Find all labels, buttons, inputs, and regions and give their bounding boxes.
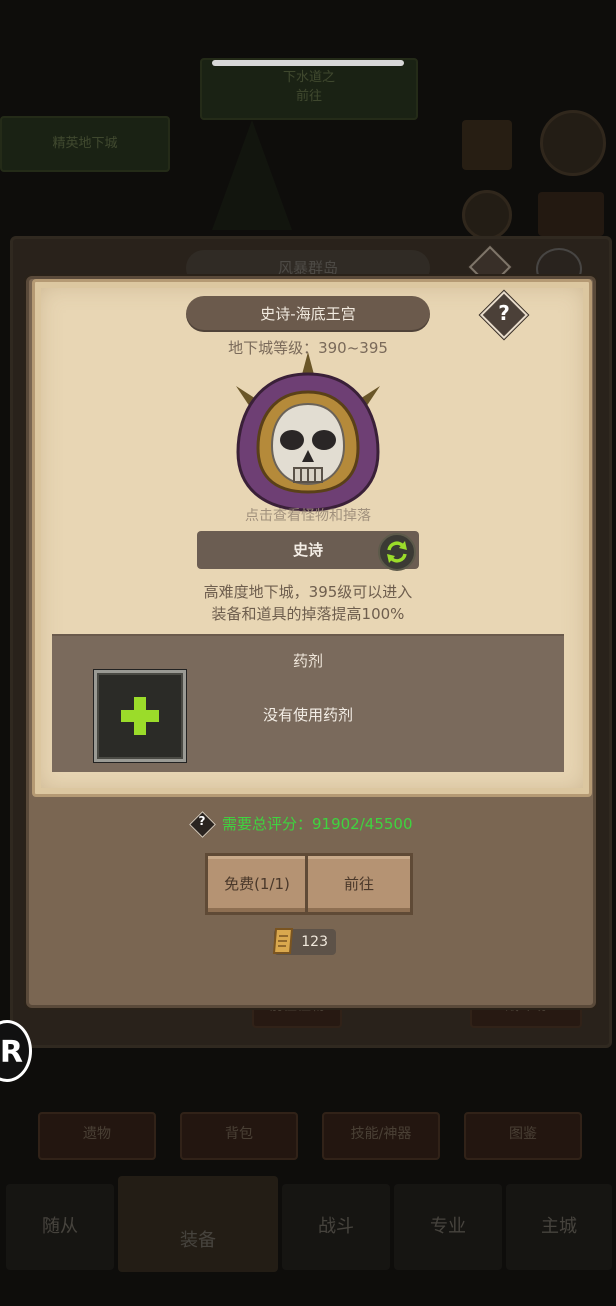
bottom-nav: 随从 装备 战斗 专业 主城	[0, 1176, 616, 1276]
score-help-symbol: ?	[198, 814, 206, 828]
plus-icon	[121, 697, 159, 735]
status-indicator-bar	[212, 60, 404, 66]
codex-button: 图鉴	[464, 1112, 582, 1160]
score-help-icon[interactable]: ?	[189, 811, 216, 838]
top-banner-text: 下水道之	[282, 70, 335, 85]
adventure-book-icon	[462, 120, 512, 170]
nav-tab-profession: 专业	[394, 1184, 502, 1270]
nav-tab-equipment: 装备	[118, 1176, 278, 1272]
gear-icon	[540, 110, 606, 176]
elite-dungeon-badge: 精英地下城	[0, 116, 170, 172]
potion-empty-text: 没有使用药剂	[262, 706, 353, 724]
pine-tree-icon	[212, 120, 292, 230]
help-symbol: ?	[498, 301, 510, 325]
bg-row-buttons: 遗物 背包 技能/神器 图鉴	[0, 1100, 616, 1170]
team-icon	[462, 190, 512, 240]
description-line-1: 高难度地下城，395级可以进入	[203, 583, 413, 601]
nav-tab-battle: 战斗	[282, 1184, 390, 1270]
eye-left	[280, 430, 304, 450]
top-banner: 下水道之 前往	[200, 58, 418, 120]
add-potion-slot[interactable]	[94, 670, 186, 762]
cycle-arrows-icon	[387, 541, 407, 563]
scroll-icon	[272, 928, 294, 954]
eye-right	[312, 430, 336, 450]
boss-hint[interactable]: 点击查看怪物和掉落	[180, 505, 436, 525]
mode-switch-button[interactable]	[378, 533, 416, 571]
free-button[interactable]: 免费(1/1)	[205, 853, 309, 915]
top-banner-subtext: 前往	[295, 89, 322, 104]
boss-portrait[interactable]	[230, 352, 386, 520]
dungeon-title: 史诗-海底王宫	[186, 296, 430, 332]
go-button[interactable]: 前往	[305, 853, 413, 915]
potion-section-title: 药剂	[292, 652, 323, 670]
difficulty-label: 史诗	[292, 541, 323, 559]
description-line-2: 装备和道具的掉落提高100%	[211, 605, 405, 623]
bag-button: 背包	[180, 1112, 298, 1160]
nav-tab-city: 主城	[506, 1184, 612, 1270]
relic-button: 遗物	[38, 1112, 156, 1160]
required-score: 需要总评分：91902/45500	[222, 815, 413, 833]
skill-button: 技能/神器	[322, 1112, 440, 1160]
chest-icon	[538, 192, 604, 236]
nav-tab-followers: 随从	[6, 1184, 114, 1270]
help-button[interactable]: ?	[479, 290, 529, 340]
